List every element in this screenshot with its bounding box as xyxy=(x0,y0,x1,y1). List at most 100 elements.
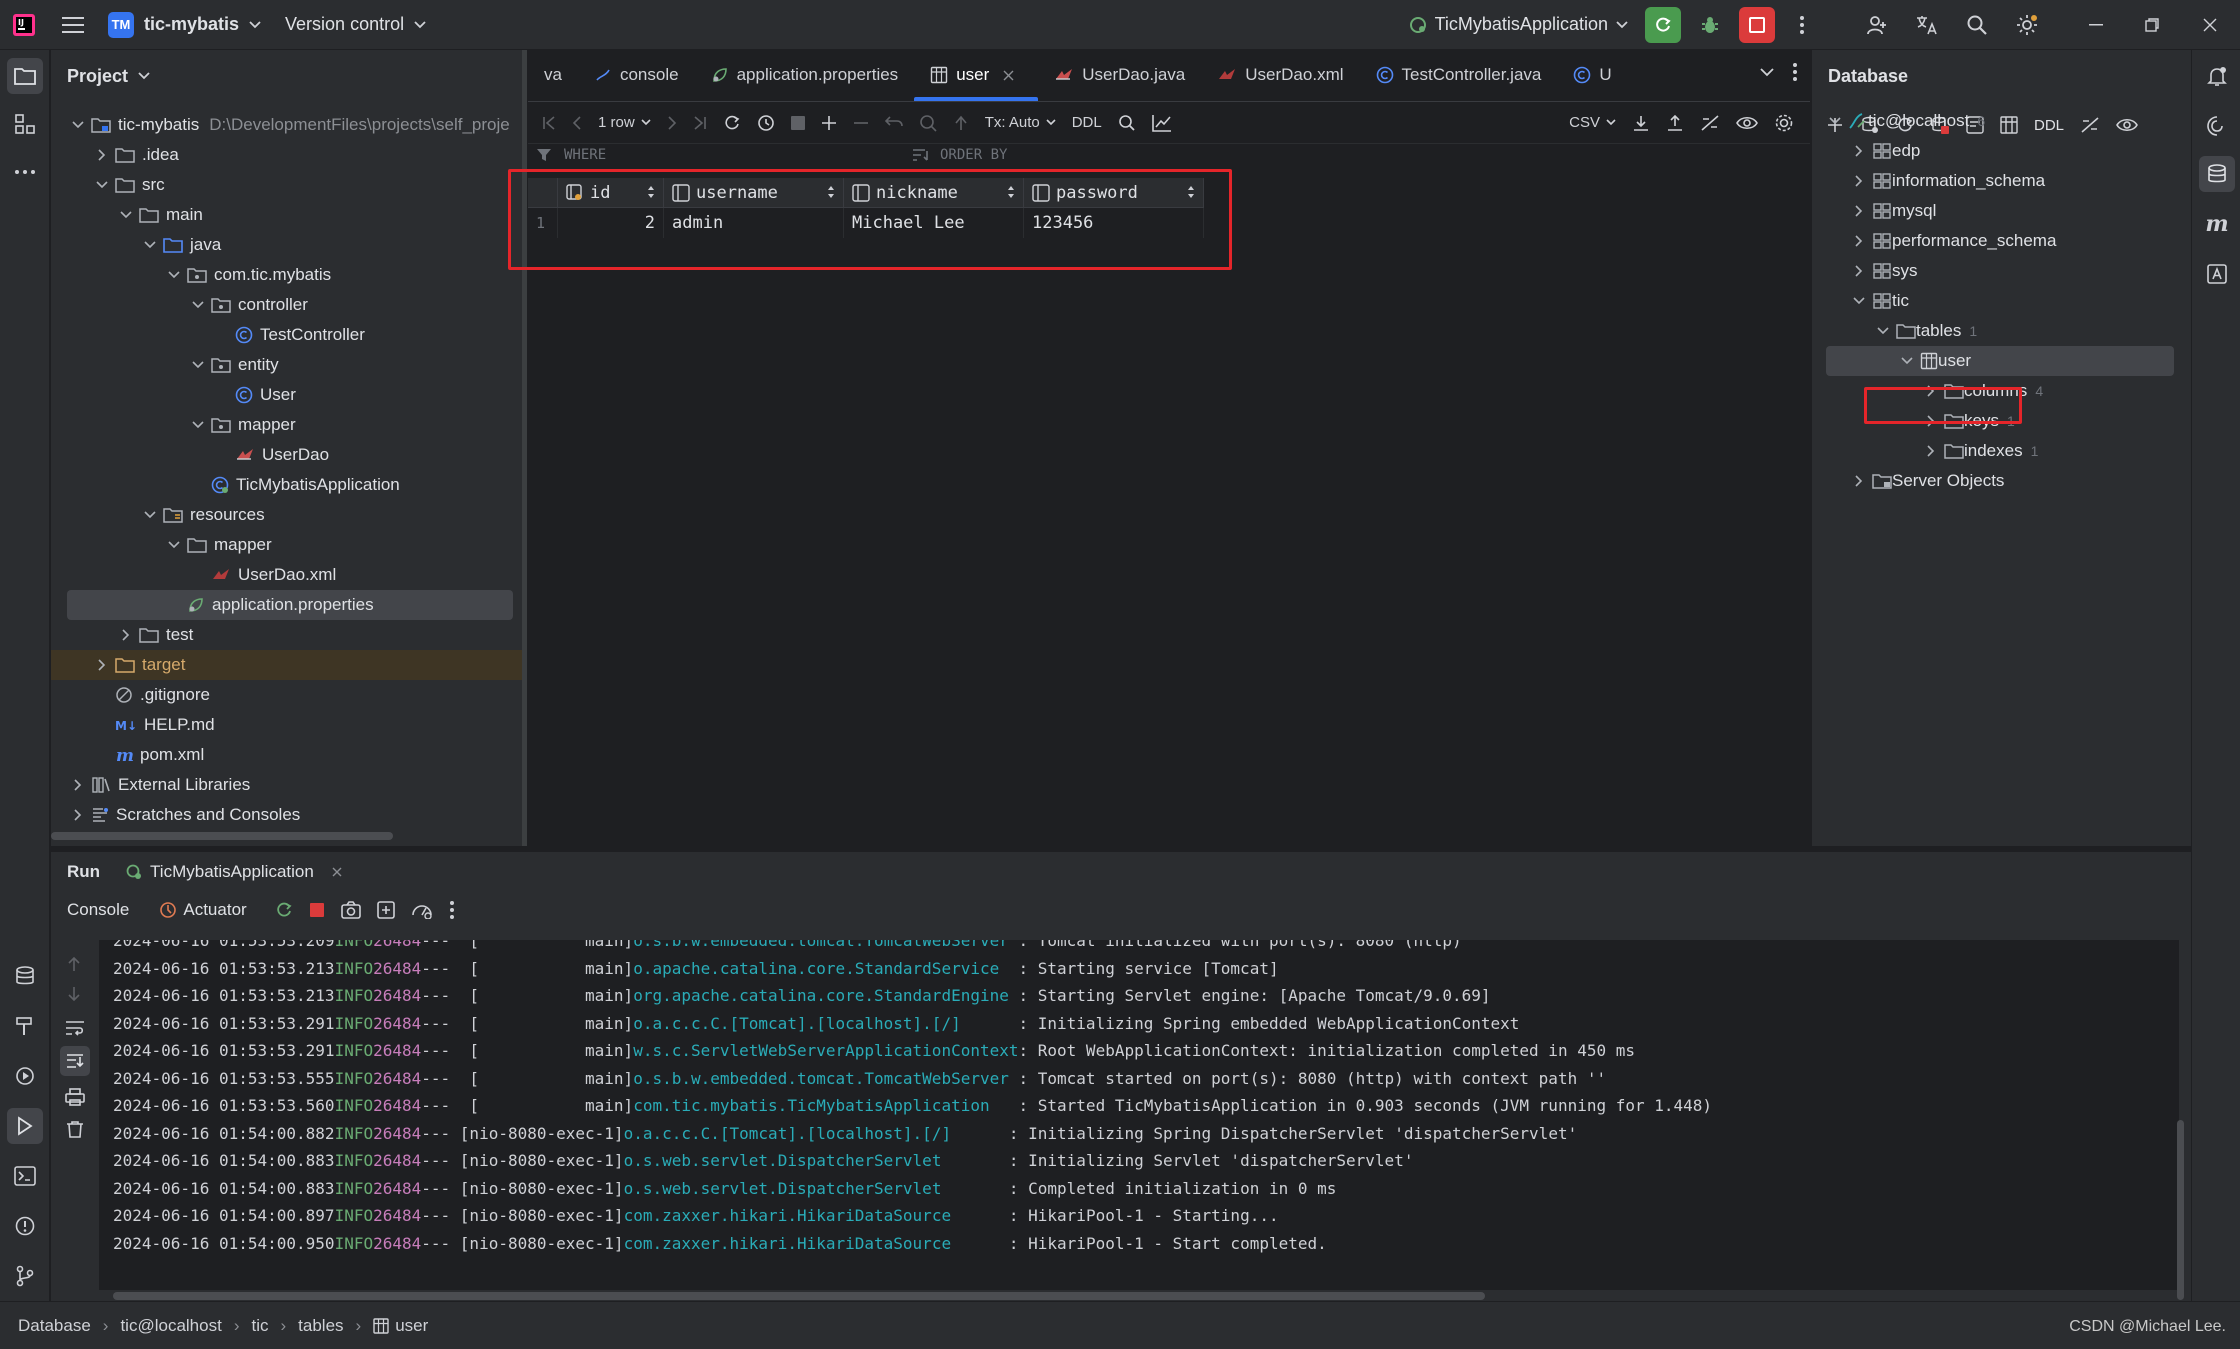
order-by-input[interactable]: ORDER BY xyxy=(940,147,1007,163)
minimize-window-button[interactable] xyxy=(2068,0,2124,50)
next-page-icon[interactable] xyxy=(667,115,677,130)
first-page-icon[interactable] xyxy=(542,115,556,130)
project-tree-item[interactable]: UserDao xyxy=(51,440,527,470)
close-icon[interactable] xyxy=(332,867,342,877)
camera-icon[interactable] xyxy=(340,901,361,919)
chevron-down-icon[interactable] xyxy=(1826,112,1844,130)
delete-row-icon[interactable] xyxy=(853,121,869,125)
run-tool-button[interactable] xyxy=(7,1108,43,1144)
run-config-selector[interactable]: TicMybatisApplication xyxy=(1399,0,1638,50)
chevron-down-icon[interactable] xyxy=(165,536,183,554)
breadcrumb-item[interactable]: tic xyxy=(251,1316,268,1336)
project-tree-item[interactable]: Scratches and Consoles xyxy=(51,800,527,830)
chevron-down-icon[interactable] xyxy=(93,176,111,194)
horizontal-scrollbar[interactable] xyxy=(51,832,393,840)
breadcrumb-item[interactable]: tic@localhost xyxy=(120,1316,221,1336)
chevron-down-icon[interactable] xyxy=(141,506,159,524)
editor-tab[interactable]: U xyxy=(1557,49,1627,101)
more-actions-icon[interactable] xyxy=(1782,0,1822,50)
editor-tab[interactable]: application.properties xyxy=(695,49,915,101)
database-tree-item[interactable]: mysql xyxy=(1812,196,2192,226)
restore-layout-icon[interactable] xyxy=(376,901,395,919)
chevron-right-icon[interactable] xyxy=(93,146,111,164)
project-switcher[interactable]: TM tic-mybatis xyxy=(98,0,271,50)
project-tree-item[interactable]: .idea xyxy=(51,140,527,170)
debug-button[interactable] xyxy=(1688,0,1732,50)
rerun-button[interactable] xyxy=(1638,0,1688,50)
restore-window-button[interactable] xyxy=(2124,0,2180,50)
rerun-icon[interactable] xyxy=(275,901,293,919)
transaction-mode-selector[interactable]: Tx: Auto xyxy=(985,114,1056,131)
chevron-right-icon[interactable] xyxy=(1850,232,1868,250)
arrow-up-icon[interactable] xyxy=(67,956,81,972)
app-logo-icon[interactable]: IJ xyxy=(0,0,48,50)
chevron-down-icon[interactable] xyxy=(165,266,183,284)
chevron-right-icon[interactable] xyxy=(93,656,111,674)
add-row-icon[interactable] xyxy=(821,115,837,131)
chevron-down-icon[interactable] xyxy=(141,236,159,254)
search-icon[interactable] xyxy=(1118,114,1136,132)
trash-icon[interactable] xyxy=(66,1120,84,1138)
chevron-right-icon[interactable] xyxy=(1850,262,1868,280)
database-tree-item[interactable]: tables 1 xyxy=(1812,316,2192,346)
editor-tab[interactable]: TestController.java xyxy=(1360,49,1558,101)
attach-profiler-icon[interactable] xyxy=(411,901,433,919)
console-tab[interactable]: Console xyxy=(67,900,129,920)
chevron-down-icon[interactable] xyxy=(1850,292,1868,310)
database-tree-item[interactable]: user xyxy=(1826,346,2174,376)
build-tool-button[interactable] xyxy=(7,1008,43,1044)
chevron-down-icon[interactable] xyxy=(1760,62,1774,82)
ddl-button[interactable]: DDL xyxy=(1072,114,1102,131)
chevron-down-icon[interactable] xyxy=(189,356,207,374)
project-tree-item[interactable]: entity xyxy=(51,350,527,380)
more-vertical-icon[interactable] xyxy=(449,900,455,920)
project-tree-item[interactable]: mapper xyxy=(51,410,527,440)
project-tree-item[interactable]: External Libraries xyxy=(51,770,527,800)
git-tool-button[interactable] xyxy=(7,1258,43,1294)
translate-icon[interactable] xyxy=(1902,0,1952,50)
chevron-right-icon[interactable] xyxy=(69,776,87,794)
database-tree-item[interactable]: edp xyxy=(1812,136,2192,166)
revert-icon[interactable] xyxy=(884,115,903,130)
project-tree-item[interactable]: TicMybatisApplication xyxy=(51,470,527,500)
chevron-down-icon[interactable] xyxy=(189,296,207,314)
database-tree-item[interactable]: Server Objects xyxy=(1812,466,2192,496)
grid-settings-icon[interactable] xyxy=(1774,113,1794,133)
print-icon[interactable] xyxy=(65,1088,85,1106)
console-vertical-scrollbar[interactable] xyxy=(2177,1120,2184,1300)
project-tree-item[interactable]: main xyxy=(51,200,527,230)
database-tree-item[interactable]: performance_schema xyxy=(1812,226,2192,256)
chevron-down-icon[interactable] xyxy=(69,116,87,134)
scroll-to-end-icon[interactable] xyxy=(60,1046,90,1076)
chevron-right-icon[interactable] xyxy=(1850,472,1868,490)
compare-icon[interactable] xyxy=(1700,114,1720,132)
database-tree-item[interactable]: tic xyxy=(1812,286,2192,316)
maven-tool-button[interactable]: m xyxy=(2199,206,2235,242)
more-tools-button[interactable] xyxy=(7,154,43,190)
code-with-me-icon[interactable] xyxy=(1852,0,1902,50)
submit-icon[interactable] xyxy=(953,115,969,131)
project-tree-item[interactable]: com.tic.mybatis xyxy=(51,260,527,290)
chevron-right-icon[interactable] xyxy=(1922,442,1940,460)
settings-gear-icon[interactable] xyxy=(2002,0,2052,50)
structure-tool-button[interactable] xyxy=(7,106,43,142)
project-tree-item[interactable]: src xyxy=(51,170,527,200)
editor-tab[interactable]: va xyxy=(528,49,578,101)
notifications-tool-button[interactable] xyxy=(2199,58,2235,94)
console-horizontal-scrollbar[interactable] xyxy=(113,1292,1485,1300)
stop-icon[interactable] xyxy=(309,902,325,918)
project-tree-item[interactable]: User xyxy=(51,380,527,410)
editor-tab[interactable]: UserDao.xml xyxy=(1201,49,1359,101)
terminal-tool-button[interactable] xyxy=(7,1158,43,1194)
problems-tool-button[interactable] xyxy=(7,1208,43,1244)
project-tree-item[interactable]: M↓ HELP.md xyxy=(51,710,527,740)
chart-icon[interactable] xyxy=(1151,114,1172,132)
project-tree-item[interactable]: mapper xyxy=(51,530,527,560)
project-tree-item[interactable]: java xyxy=(51,230,527,260)
soft-wrap-icon[interactable] xyxy=(65,1020,85,1036)
database-tree-item[interactable]: sys xyxy=(1812,256,2192,286)
project-tree-item[interactable]: .gitignore xyxy=(51,680,527,710)
history-icon[interactable] xyxy=(757,114,775,132)
database-tree-item[interactable]: tic@localhost 6 xyxy=(1812,106,2192,136)
chevron-right-icon[interactable] xyxy=(69,806,87,824)
